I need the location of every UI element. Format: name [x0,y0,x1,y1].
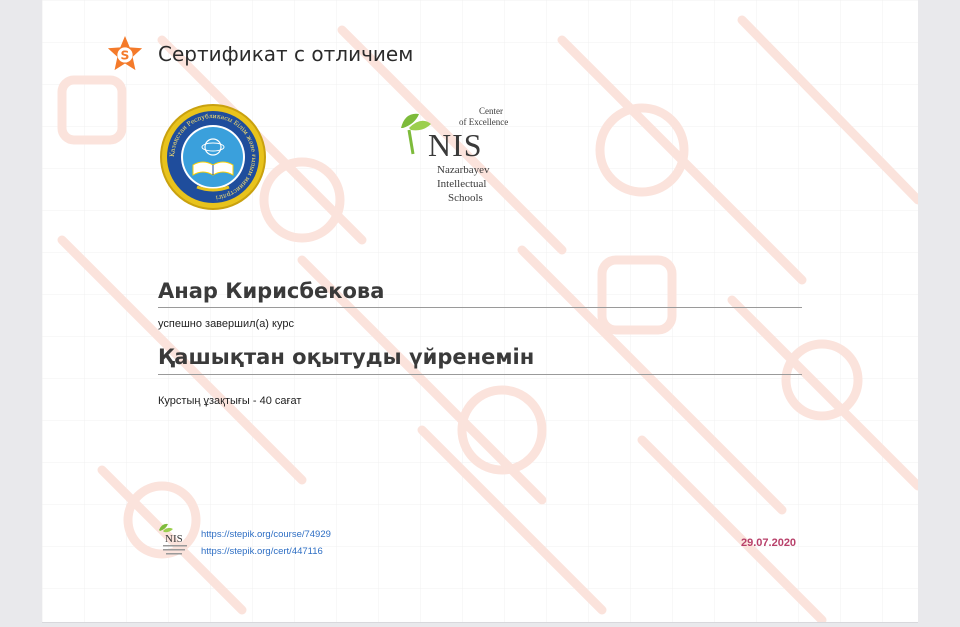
nis-excellence-text: of Excellence [459,117,509,127]
nis-small-logo-icon: NIS [159,523,187,555]
course-duration: Курстың ұзақтығы - 40 сағат [158,395,302,407]
svg-text:NIS: NIS [165,533,183,545]
nis-nazarbayev-text: Nazarbayev [437,164,490,176]
certificate-title: Сертификат с отличием [158,42,414,66]
nis-mark: NIS [428,127,483,163]
course-title: Қашықтан оқытуды үйренемін [158,345,802,375]
stepik-badge-icon: S [107,35,143,71]
course-link[interactable]: https://stepik.org/course/74929 [201,529,331,540]
certificate-link[interactable]: https://stepik.org/cert/447116 [201,546,323,557]
completed-text: успешно завершил(а) курс [158,318,294,330]
issue-date: 29.07.2020 [741,537,797,549]
nis-logo: Center of Excellence NIS Nazarbayev Inte… [395,104,530,208]
ministry-emblem-icon: Қазақстан Республикасы Білім және ғылым … [160,104,266,210]
certificate-header: S Сертификат с отличием [106,35,414,72]
nis-schools-text: Schools [448,192,483,204]
recipient-name: Анар Кирисбекова [158,279,802,308]
certificate-sheet: S Сертификат с отличием Қазақстан Респуб… [42,0,918,623]
svg-text:S: S [121,49,130,63]
nis-intellectual-text: Intellectual [437,178,487,190]
nis-center-text: Center [479,106,503,116]
